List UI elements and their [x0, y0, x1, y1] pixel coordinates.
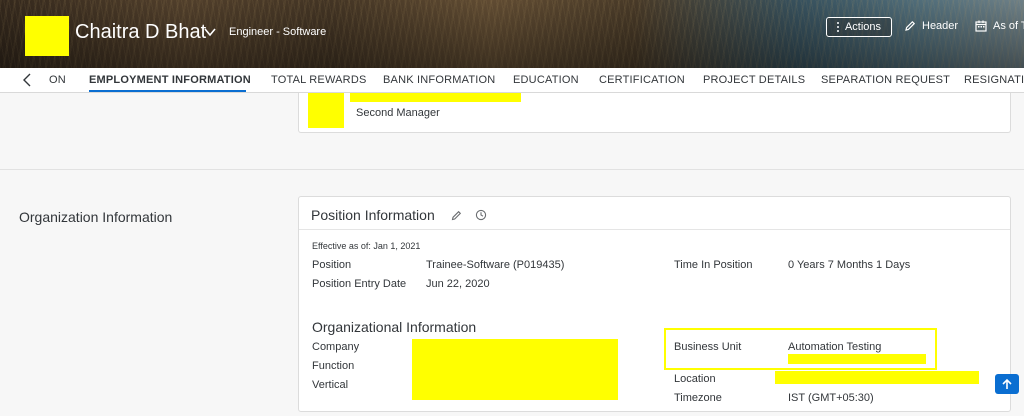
second-manager-label: Second Manager — [356, 107, 440, 119]
actions-button[interactable]: Actions — [826, 17, 892, 37]
tab-separation-request[interactable]: SEPARATION REQUEST — [821, 74, 950, 86]
section-divider — [0, 169, 1024, 170]
redacted-photo — [308, 93, 344, 128]
time-in-position-value: 0 Years 7 Months 1 Days — [788, 259, 911, 271]
tab-project-details[interactable]: PROJECT DETAILS — [703, 74, 805, 86]
tab-bank-information[interactable]: BANK INFORMATION — [383, 74, 495, 86]
effective-date: Effective as of: Jan 1, 2021 — [312, 241, 421, 251]
tab-certification[interactable]: CERTIFICATION — [599, 74, 685, 86]
as-of-button[interactable]: As of T — [975, 20, 1024, 32]
card-title: Position Information — [311, 207, 435, 223]
chevron-left-icon[interactable] — [21, 73, 33, 87]
tab-on[interactable]: ON — [49, 74, 66, 86]
section-tab-bar: ON EMPLOYMENT INFORMATION TOTAL REWARDS … — [0, 68, 1024, 93]
pencil-icon — [905, 20, 916, 31]
tab-resignation[interactable]: RESIGNATI — [964, 74, 1024, 86]
company-label: Company — [312, 341, 360, 353]
vertical-label: Vertical — [312, 379, 349, 391]
time-in-position-label: Time In Position — [674, 259, 753, 271]
position-information-card: Position Information Effective as of: Ja… — [298, 196, 1011, 412]
history-icon[interactable] — [475, 209, 487, 221]
employee-name[interactable]: Chaitra D Bhat — [75, 21, 206, 44]
arrow-up-icon — [1002, 378, 1012, 389]
position-entry-date-value: Jun 22, 2020 — [426, 278, 490, 290]
managers-card: Second Manager — [298, 93, 1011, 133]
business-unit-label: Business Unit — [674, 341, 742, 353]
profile-header: Chaitra D Bhat Engineer - Software Actio… — [0, 0, 1024, 68]
calendar-icon — [975, 20, 987, 32]
chevron-down-icon[interactable] — [204, 27, 216, 37]
position-value: Trainee-Software (P019435) — [426, 259, 565, 271]
main-content: Second Manager Organization Information … — [0, 93, 1024, 416]
employee-job-title: Engineer - Software — [229, 26, 327, 38]
position-label: Position — [312, 259, 352, 271]
redacted-location-value — [775, 371, 979, 384]
timezone-value: IST (GMT+05:30) — [788, 392, 874, 404]
location-label: Location — [674, 373, 716, 385]
scroll-to-top-button[interactable] — [995, 374, 1019, 394]
organization-information-label: Organization Information — [19, 209, 173, 225]
tab-education[interactable]: EDUCATION — [513, 74, 579, 86]
actions-button-label: Actions — [844, 21, 882, 33]
business-unit-value: Automation Testing — [788, 341, 882, 353]
redacted-manager-name — [350, 93, 521, 102]
redacted-business-unit-extra — [788, 354, 926, 364]
organizational-information-heading: Organizational Information — [312, 319, 477, 335]
avatar[interactable] — [25, 16, 69, 56]
header-button-label: Header — [922, 20, 959, 32]
redacted-company-values — [412, 339, 618, 400]
kebab-icon — [836, 22, 839, 32]
function-label: Function — [312, 360, 355, 372]
timezone-label: Timezone — [674, 392, 722, 404]
tab-employment-information[interactable]: EMPLOYMENT INFORMATION — [89, 74, 251, 86]
header-button[interactable]: Header — [904, 20, 958, 32]
position-entry-date-label: Position Entry Date — [312, 278, 407, 290]
card-header: Position Information — [299, 197, 1010, 230]
edit-icon[interactable] — [451, 210, 462, 221]
active-tab-indicator — [89, 90, 246, 92]
as-of-button-label: As of T — [993, 20, 1024, 32]
tab-total-rewards[interactable]: TOTAL REWARDS — [271, 74, 367, 86]
